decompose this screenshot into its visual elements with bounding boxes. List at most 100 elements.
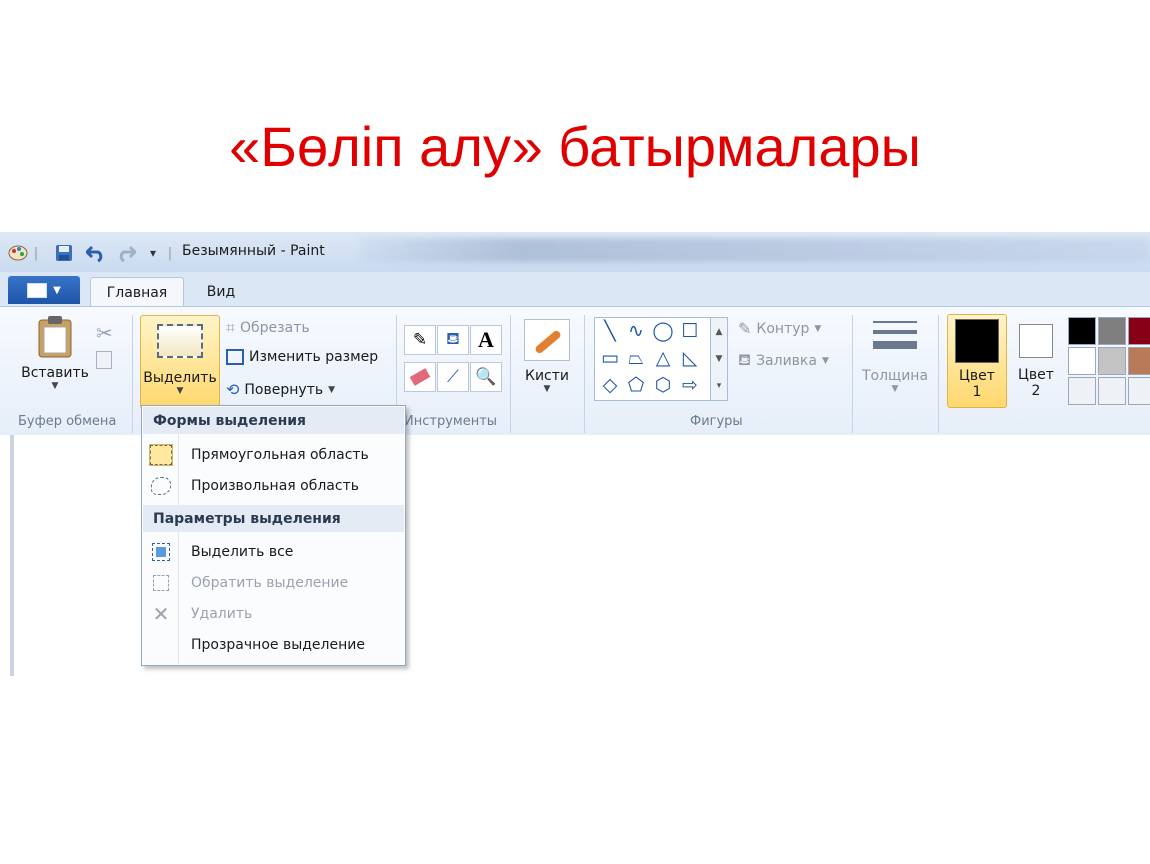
menu-header-selection-options: Параметры выделения bbox=[143, 505, 404, 532]
chevron-down-icon: ▼ bbox=[814, 323, 822, 334]
palette-swatch[interactable] bbox=[1068, 317, 1096, 345]
qat-customize-icon[interactable]: ▾ bbox=[144, 242, 162, 264]
diamond-shape-icon[interactable]: ◇ bbox=[599, 374, 621, 396]
slide-title: «Бөліп алу» батырмалары bbox=[229, 115, 921, 178]
select-all-icon bbox=[143, 543, 179, 561]
size-button[interactable]: Толщина ▼ bbox=[858, 315, 932, 405]
expand-gallery-icon: ▾ bbox=[716, 381, 722, 392]
outline-pen-icon: ✎ bbox=[738, 319, 752, 338]
group-label-clipboard: Буфер обмена bbox=[18, 414, 117, 429]
save-icon[interactable] bbox=[52, 242, 76, 264]
color-picker-icon[interactable]: ⟋ bbox=[437, 362, 469, 392]
chevron-down-icon: ▼ bbox=[821, 355, 829, 366]
magnifier-icon[interactable]: 🔍 bbox=[470, 362, 502, 392]
cut-icon[interactable]: ✂ bbox=[96, 321, 113, 345]
chevron-down-icon: ▼ bbox=[328, 384, 336, 395]
undo-icon[interactable] bbox=[84, 242, 108, 264]
menu-item-rect-selection[interactable]: Прямоугольная область bbox=[143, 440, 404, 470]
chevron-down-icon: ▼ bbox=[176, 386, 184, 396]
title-bar: | ▾ | Безымянный - Paint bbox=[0, 232, 1150, 273]
color2-swatch bbox=[1019, 324, 1053, 358]
delete-x-icon: ✕ bbox=[152, 602, 170, 626]
select-dropdown-menu: Формы выделения Прямоугольная область Пр… bbox=[141, 405, 406, 666]
palette-swatch-empty[interactable] bbox=[1128, 377, 1150, 405]
brush-icon bbox=[524, 319, 570, 361]
eraser-icon[interactable] bbox=[404, 362, 436, 392]
ribbon-separator bbox=[510, 315, 511, 433]
right-triangle-shape-icon[interactable]: ◺ bbox=[679, 347, 701, 369]
resize-icon bbox=[226, 349, 244, 365]
fill-bucket-icon[interactable]: ⛾ bbox=[437, 325, 469, 355]
outline-button[interactable]: ✎ Контур ▼ bbox=[738, 319, 821, 338]
menu-item-invert-selection[interactable]: Обратить выделение bbox=[143, 568, 404, 598]
freeform-select-icon bbox=[143, 477, 179, 495]
palette-swatch[interactable] bbox=[1068, 347, 1096, 375]
tab-view[interactable]: Вид bbox=[190, 277, 252, 307]
palette-swatch[interactable] bbox=[1128, 317, 1150, 345]
window-title: Безымянный - Paint bbox=[182, 243, 325, 259]
ribbon-separator bbox=[132, 315, 133, 433]
paste-button[interactable]: Вставить ▼ bbox=[14, 315, 96, 403]
ribbon-separator bbox=[584, 315, 585, 433]
menu-item-select-all[interactable]: Выделить все bbox=[143, 537, 404, 567]
group-label-shapes: Фигуры bbox=[690, 414, 743, 429]
invert-selection-icon bbox=[143, 575, 179, 591]
rotate-icon: ⟲ bbox=[226, 380, 240, 399]
ribbon-separator bbox=[938, 315, 939, 433]
paint-menu-button[interactable]: ▼ bbox=[8, 276, 80, 304]
rounded-rect-shape-icon[interactable]: ▭ bbox=[599, 347, 621, 369]
line-thickness-icon bbox=[873, 321, 917, 349]
fill-bucket-icon: ⛾ bbox=[738, 350, 752, 369]
curve-shape-icon[interactable]: ∿ bbox=[625, 320, 647, 342]
chevron-down-icon: ▼ bbox=[891, 384, 899, 394]
palette-swatch-empty[interactable] bbox=[1068, 377, 1096, 405]
fill-button[interactable]: ⛾ Заливка ▼ bbox=[738, 350, 829, 371]
rect-select-icon bbox=[143, 444, 179, 466]
crop-icon: ⌗ bbox=[226, 318, 236, 337]
oval-shape-icon[interactable]: ◯ bbox=[652, 320, 674, 342]
menu-item-delete[interactable]: ✕ Удалить bbox=[143, 599, 404, 629]
tab-home[interactable]: Главная bbox=[90, 277, 184, 308]
shapes-gallery: ╲ ∿ ◯ ☐ ▭ ⏢ △ ◺ ◇ ⬠ ⬡ ⇨ bbox=[594, 317, 711, 401]
chevron-up-icon: ▲ bbox=[715, 326, 723, 337]
qat-divider: | bbox=[33, 245, 39, 261]
palette-swatch[interactable] bbox=[1128, 347, 1150, 375]
qat-divider-2: | bbox=[167, 245, 173, 261]
color2-button[interactable]: Цвет 2 bbox=[1010, 314, 1062, 406]
chevron-down-icon: ▼ bbox=[53, 284, 61, 296]
paint-window: | ▾ | Безымянный - Paint ▼ Главная Вид В… bbox=[0, 232, 1150, 676]
pencil-icon[interactable]: ✎ bbox=[404, 325, 436, 355]
palette-swatch[interactable] bbox=[1098, 347, 1126, 375]
menu-header-selection-shapes: Формы выделения bbox=[143, 407, 404, 434]
brushes-button[interactable]: Кисти ▼ bbox=[518, 315, 576, 405]
pentagon-shape-icon[interactable]: ⬠ bbox=[625, 374, 647, 396]
text-tool-icon[interactable]: A bbox=[470, 325, 502, 355]
arrow-shape-icon[interactable]: ⇨ bbox=[679, 374, 701, 396]
resize-button[interactable]: Изменить размер bbox=[226, 349, 378, 365]
color1-button[interactable]: Цвет 1 bbox=[947, 314, 1007, 408]
redo-icon[interactable] bbox=[114, 242, 138, 264]
ribbon-separator bbox=[852, 315, 853, 433]
palette-swatch-empty[interactable] bbox=[1098, 377, 1126, 405]
paint-app-icon[interactable] bbox=[6, 242, 30, 264]
chevron-down-icon: ▼ bbox=[51, 381, 59, 391]
polygon-shape-icon[interactable]: ⏢ bbox=[625, 347, 647, 369]
menu-item-transparent-selection[interactable]: Прозрачное выделение bbox=[143, 630, 404, 660]
line-shape-icon[interactable]: ╲ bbox=[599, 320, 621, 342]
clipboard-icon bbox=[38, 316, 72, 358]
shapes-scroll[interactable]: ▲ ▼ ▾ bbox=[710, 317, 728, 401]
copy-icon[interactable] bbox=[96, 351, 112, 369]
menu-item-free-selection[interactable]: Произвольная область bbox=[143, 471, 404, 501]
rect-select-icon bbox=[157, 324, 203, 358]
chevron-down-icon: ▼ bbox=[543, 384, 551, 394]
triangle-shape-icon[interactable]: △ bbox=[652, 347, 674, 369]
chevron-down-icon: ▼ bbox=[715, 353, 723, 364]
menu-icon bbox=[27, 282, 48, 298]
palette-swatch[interactable] bbox=[1098, 317, 1126, 345]
blurred-taskbar bbox=[360, 238, 1150, 262]
hexagon-shape-icon[interactable]: ⬡ bbox=[652, 374, 674, 396]
crop-button[interactable]: ⌗ Обрезать bbox=[226, 318, 310, 338]
rectangle-shape-icon[interactable]: ☐ bbox=[679, 320, 701, 342]
select-button[interactable]: Выделить ▼ bbox=[140, 315, 220, 409]
rotate-button[interactable]: ⟲ Повернуть ▼ bbox=[226, 380, 335, 399]
